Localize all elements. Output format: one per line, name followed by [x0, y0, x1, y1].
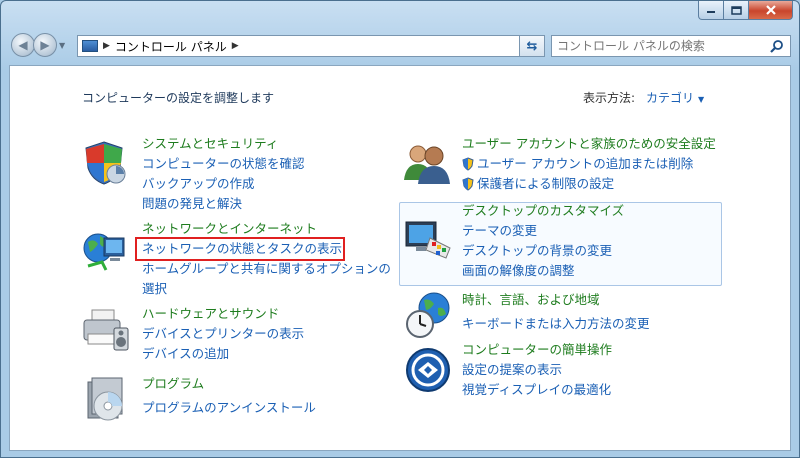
link-change-keyboard[interactable]: キーボードまたは入力方法の変更 [462, 314, 650, 334]
back-button[interactable]: ◀ [11, 33, 35, 57]
link-add-device[interactable]: デバイスの追加 [142, 344, 304, 364]
users-icon [404, 145, 450, 184]
link-find-fix-problems[interactable]: 問題の発見と解決 [142, 194, 305, 214]
category-user-accounts: ユーザー アカウントと家族のための安全設定 ユーザー アカウントの追加または削除… [462, 134, 716, 194]
link-create-backup[interactable]: バックアップの作成 [142, 174, 305, 194]
view-by-value: カテゴリ [646, 91, 695, 105]
breadcrumb-chevron-icon[interactable]: ▶ [103, 41, 110, 51]
minimize-button[interactable] [698, 1, 724, 20]
highlight-box [135, 237, 345, 261]
view-by-label: 表示方法: [583, 91, 636, 105]
category-title[interactable]: ユーザー アカウントと家族のための安全設定 [462, 134, 716, 154]
category-title[interactable]: コンピューターの簡単操作 [462, 340, 612, 360]
link-suggested-settings[interactable]: 設定の提案の表示 [462, 360, 612, 380]
control-panel-icon [82, 40, 98, 52]
programs-disc-icon [87, 377, 123, 421]
history-dropdown-icon[interactable]: ▼ [59, 41, 65, 50]
category-title[interactable]: プログラム [142, 374, 316, 394]
search-icon[interactable] [770, 39, 784, 53]
view-by-dropdown[interactable]: カテゴリ ▼ [646, 89, 704, 106]
caption-buttons [698, 1, 793, 20]
address-bar[interactable]: ▶ コントロール パネル ▶ ▼ [77, 35, 543, 57]
maximize-icon [730, 5, 742, 15]
category-appearance: デスクトップのカスタマイズ テーマの変更 デスクトップの背景の変更 画面の解像度… [462, 201, 624, 281]
back-arrow-icon: ◀ [18, 38, 28, 52]
breadcrumb-control-panel[interactable]: コントロール パネル [115, 38, 227, 55]
close-icon [765, 5, 776, 15]
category-programs: プログラム プログラムのアンインストール [142, 374, 316, 418]
printer-icon [83, 309, 129, 351]
forward-arrow-icon: ▶ [40, 38, 50, 52]
link-devices-printers[interactable]: デバイスとプリンターの表示 [142, 324, 304, 344]
link-add-remove-accounts[interactable]: ユーザー アカウントの追加または削除 [462, 154, 716, 174]
link-homegroup-sharing-options-cont[interactable]: 選択 [142, 279, 391, 299]
close-button[interactable] [749, 1, 793, 20]
search-box[interactable] [551, 35, 791, 57]
clock-globe-icon [406, 292, 450, 338]
category-title[interactable]: 時計、言語、および地域 [462, 290, 650, 310]
link-parental-controls[interactable]: 保護者による制限の設定 [462, 174, 716, 194]
page-title: コンピューターの設定を調整します [82, 91, 275, 105]
monitor-palette-icon [405, 221, 451, 259]
category-title[interactable]: ネットワークとインターネット [142, 219, 391, 239]
refresh-icon: ⇆ [526, 38, 538, 54]
link-optimize-display[interactable]: 視覚ディスプレイの最適化 [462, 380, 612, 400]
link-check-status[interactable]: コンピューターの状態を確認 [142, 154, 305, 174]
navigation-buttons: ◀ ▶ ▼ [11, 33, 65, 57]
search-input[interactable] [557, 39, 767, 53]
shield-icon [85, 141, 126, 185]
control-panel-window: ◀ ▶ ▼ ▶ コントロール パネル ▶ ▼ ⇆ コンピューターの設定を調整しま… [0, 0, 800, 458]
chevron-down-icon: ▼ [698, 95, 705, 104]
category-hardware-sound: ハードウェアとサウンド デバイスとプリンターの表示 デバイスの追加 [142, 304, 304, 364]
content-pane: コンピューターの設定を調整します 表示方法: カテゴリ ▼ システムとセキュリテ… [9, 65, 791, 451]
category-system-security: システムとセキュリティ コンピューターの状態を確認 バックアップの作成 問題の発… [142, 134, 305, 214]
link-adjust-resolution[interactable]: 画面の解像度の調整 [462, 261, 624, 281]
category-ease-of-access: コンピューターの簡単操作 設定の提案の表示 視覚ディスプレイの最適化 [462, 340, 612, 400]
link-change-background[interactable]: デスクトップの背景の変更 [462, 241, 624, 261]
refresh-button[interactable]: ⇆ [519, 35, 545, 57]
category-clock-language-region: 時計、言語、および地域 キーボードまたは入力方法の変更 [462, 290, 650, 334]
category-title[interactable]: システムとセキュリティ [142, 134, 305, 154]
maximize-button[interactable] [724, 1, 749, 20]
uac-shield-icon [462, 157, 474, 171]
minimize-icon [707, 11, 715, 13]
category-title[interactable]: デスクトップのカスタマイズ [462, 201, 624, 221]
breadcrumb-chevron-icon[interactable]: ▶ [232, 41, 239, 51]
ease-of-access-icon [406, 348, 450, 392]
link-change-theme[interactable]: テーマの変更 [462, 221, 624, 241]
category-title[interactable]: ハードウェアとサウンド [142, 304, 304, 324]
uac-shield-icon [462, 177, 474, 191]
link-homegroup-sharing-options[interactable]: ホームグループと共有に関するオプションの [142, 259, 391, 279]
link-uninstall-program[interactable]: プログラムのアンインストール [142, 398, 316, 418]
forward-button[interactable]: ▶ [33, 33, 57, 57]
network-globe-icon [83, 233, 125, 271]
